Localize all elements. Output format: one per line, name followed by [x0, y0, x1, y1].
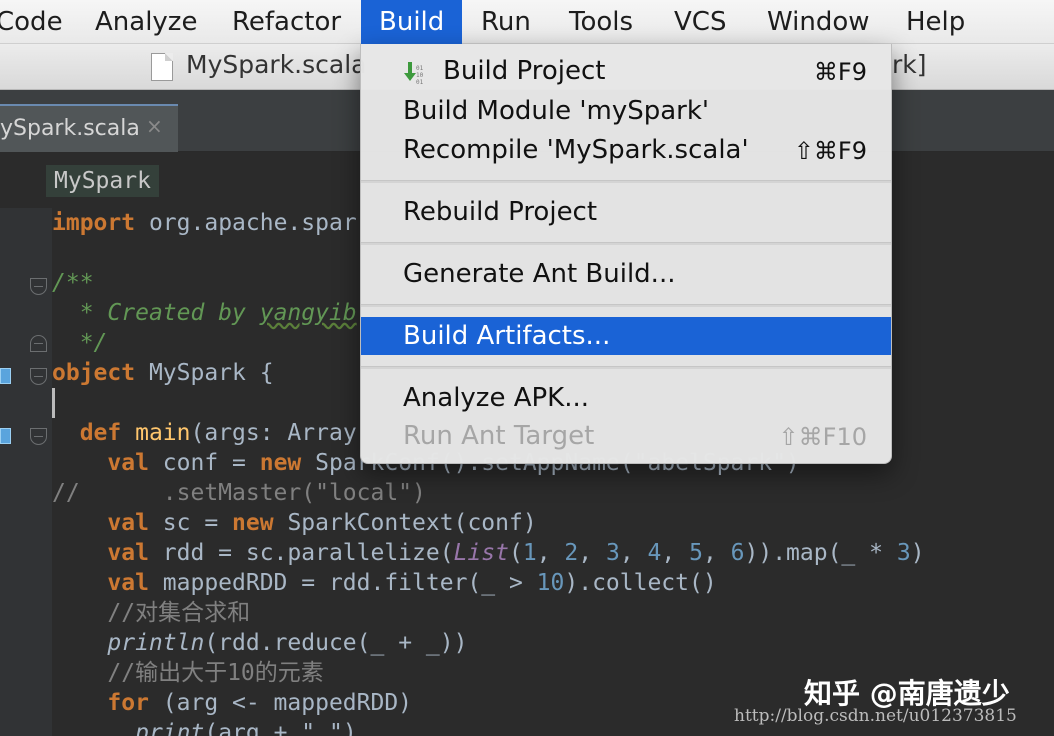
rdd-expression-b: )).map(_ * [744, 540, 897, 566]
menu-item-label: Build Project [443, 56, 606, 86]
breadcrumb[interactable]: MySpark [46, 165, 159, 197]
menu-item-build-artifacts[interactable]: Build Artifacts... [361, 317, 891, 355]
fold-collapse-icon[interactable] [30, 368, 47, 385]
code-line-import[interactable]: import org.apache.spar [52, 208, 357, 238]
object-name: MySpark { [135, 360, 274, 386]
window-title: MySpark.scala [186, 50, 367, 79]
menu-item-recompile[interactable]: Recompile 'MySpark.scala' ⇧⌘F9 [361, 131, 891, 169]
menu-separator [361, 242, 891, 245]
main-signature: (args: Array [190, 420, 357, 446]
menu-item-analyze-apk[interactable]: Analyze APK... [361, 379, 891, 417]
mapped-expression-b: ).collect() [564, 570, 717, 596]
menu-run[interactable]: Run [481, 0, 531, 44]
implemented-marker-icon[interactable] [0, 428, 11, 444]
menu-tools[interactable]: Tools [569, 0, 633, 44]
for-expression: (arg <- mappedRDD) [148, 690, 413, 716]
menu-item-label: Rebuild Project [403, 197, 598, 227]
doc-end-text: */ [79, 330, 108, 356]
reduce-expression: (rdd.reduce(_ + _)) [204, 630, 468, 656]
fold-expand-icon[interactable] [30, 335, 47, 352]
svg-text:10: 10 [416, 72, 423, 79]
menu-item-generate-ant-build[interactable]: Generate Ant Build... [361, 255, 891, 293]
menu-build[interactable]: Build [361, 0, 463, 44]
menu-item-rebuild-project[interactable]: Rebuild Project [361, 193, 891, 231]
close-icon[interactable]: × [146, 114, 163, 138]
menu-separator [361, 180, 891, 183]
tab-label: ySpark.scala [0, 116, 140, 141]
code-line-rdd[interactable]: val rdd = sc.parallelize(List(1, 2, 3, 4… [52, 538, 924, 568]
sc-expression: SparkContext(conf) [287, 510, 537, 536]
menu-item-build-project[interactable]: 01 10 01 Build Project ⌘F9 [361, 52, 891, 90]
code-line-for[interactable]: for (arg <- mappedRDD) [52, 688, 412, 718]
code-line-comment-output[interactable]: //输出大于10的元素 [52, 658, 324, 688]
text-caret [52, 388, 55, 418]
menu-item-label: Run Ant Target [403, 421, 595, 451]
code-line-println[interactable]: println(rdd.reduce(_ + _)) [52, 628, 467, 658]
code-line-print[interactable]: print(arg + " ") [52, 718, 357, 736]
menu-item-run-ant-target: Run Ant Target ⇧⌘F10 [361, 417, 891, 455]
fold-collapse-icon[interactable] [30, 278, 47, 295]
menu-item-label: Build Artifacts... [403, 321, 611, 351]
code-line-set-master[interactable]: // .setMaster("local") [52, 478, 426, 508]
comment-output: //输出大于10的元素 [107, 660, 324, 686]
print-expression: (arg + " ") [204, 720, 357, 736]
svg-text:01: 01 [416, 65, 423, 72]
build-menu-dropdown: 01 10 01 Build Project ⌘F9 Build Module … [360, 44, 892, 464]
menu-item-shortcut: ⇧⌘F9 [793, 137, 867, 165]
list-keyword: List [453, 540, 509, 566]
mapped-expression-a: mappedRDD = rdd.filter(_ > [148, 570, 537, 596]
comment-sum: //对集合求和 [107, 600, 251, 626]
document-icon [151, 53, 173, 81]
window-title-suffix: rk] [892, 50, 927, 79]
set-master-comment: // .setMaster("local") [52, 480, 426, 506]
rdd-expression-a: rdd = sc.parallelize( [148, 540, 454, 566]
menu-separator [361, 366, 891, 369]
fold-collapse-icon[interactable] [30, 428, 47, 445]
url-watermark: http://blog.csdn.net/u012373815 [734, 706, 1017, 726]
menu-window[interactable]: Window [767, 0, 870, 44]
menu-item-shortcut: ⌘F9 [813, 58, 867, 86]
menu-item-label: Recompile 'MySpark.scala' [403, 135, 749, 165]
code-line-comment-sum[interactable]: //对集合求和 [52, 598, 250, 628]
code-line-doc-end[interactable]: */ [52, 328, 108, 358]
menu-bar: Code Analyze Refactor Build Run Tools VC… [0, 0, 1054, 44]
menu-item-build-module[interactable]: Build Module 'mySpark' [361, 92, 891, 130]
tab-myspark-scala[interactable]: ySpark.scala × [0, 104, 178, 152]
print-call: print [135, 720, 205, 736]
menu-help[interactable]: Help [906, 0, 965, 44]
build-arrow-icon: 01 10 01 [404, 62, 423, 86]
menu-item-label: Generate Ant Build... [403, 259, 676, 289]
code-line-def-main[interactable]: def main(args: Array [52, 418, 357, 448]
editor-gutter [0, 208, 52, 736]
code-line-doc-created[interactable]: * Created by yangyib [52, 298, 357, 328]
code-line-sc[interactable]: val sc = new SparkContext(conf) [52, 508, 537, 538]
println-call: println [107, 630, 205, 656]
menu-item-label: Analyze APK... [403, 383, 590, 413]
menu-analyze[interactable]: Analyze [95, 0, 197, 44]
svg-text:01: 01 [416, 79, 423, 86]
implemented-marker-icon[interactable] [0, 368, 11, 384]
import-path: org.apache.spar [148, 210, 357, 236]
code-line-mapped[interactable]: val mappedRDD = rdd.filter(_ > 10).colle… [52, 568, 717, 598]
menu-item-label: Build Module 'mySpark' [403, 96, 710, 126]
code-line-object[interactable]: object MySpark { [52, 358, 274, 388]
menu-refactor[interactable]: Refactor [232, 0, 341, 44]
code-line-doc-start[interactable]: /** [52, 268, 94, 298]
doc-created-text: * Created by [79, 300, 260, 326]
menu-item-shortcut: ⇧⌘F10 [778, 423, 867, 451]
doc-author: yangyib [259, 300, 357, 326]
menu-vcs[interactable]: VCS [674, 0, 726, 44]
menu-separator [361, 304, 891, 307]
menu-code[interactable]: Code [0, 0, 63, 44]
